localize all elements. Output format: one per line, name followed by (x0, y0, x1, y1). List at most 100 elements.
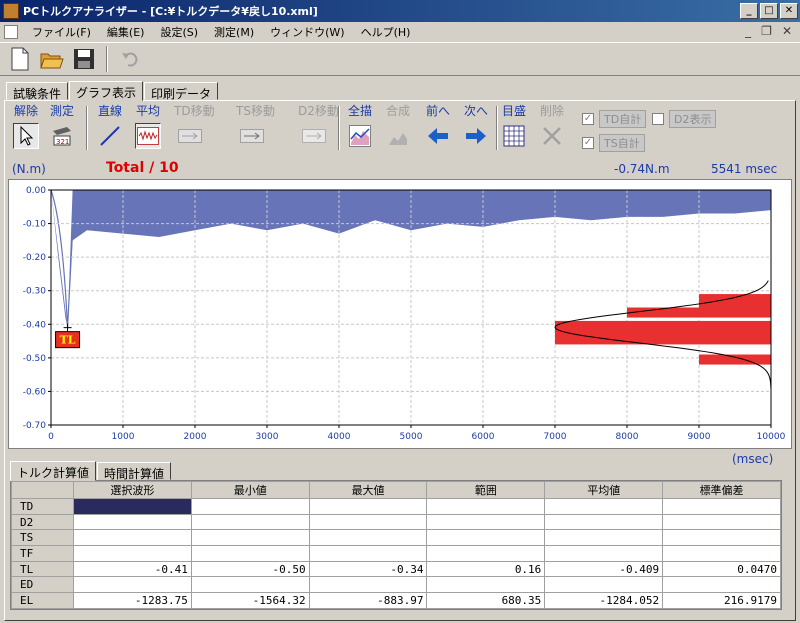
table-cell[interactable] (73, 498, 192, 515)
table-cell[interactable]: -1564.32 (190, 592, 310, 609)
tab-graph-view[interactable]: グラフ表示 (69, 81, 144, 101)
ts-move-icon (240, 129, 264, 143)
table-row[interactable]: TL -0.41 -0.50 -0.34 0.16 -0.409 0.0470 (11, 560, 781, 578)
table-cell[interactable] (544, 545, 664, 562)
y-tick-label: -0.30 (23, 287, 47, 297)
table-cell[interactable] (544, 529, 664, 547)
table-cell[interactable] (662, 529, 781, 547)
column-header[interactable]: 範囲 (426, 481, 546, 499)
table-row[interactable]: ED (11, 576, 781, 594)
table-cell[interactable] (662, 513, 781, 531)
menu-file[interactable]: ファイル(F) (24, 24, 99, 40)
d2-display-checkbox[interactable]: D2表示 (652, 110, 717, 128)
table-cell[interactable] (190, 513, 310, 531)
table-cell[interactable] (190, 576, 310, 594)
td-move-button[interactable]: TD移動 (174, 104, 215, 149)
table-cell[interactable]: -0.34 (308, 560, 428, 578)
d2-move-button[interactable]: D2移動 (298, 104, 339, 149)
table-cell[interactable] (73, 545, 192, 562)
table-row[interactable]: TS (11, 529, 781, 547)
column-header[interactable]: 選択波形 (73, 481, 192, 499)
undo-button[interactable] (116, 45, 144, 73)
tab-time-values[interactable]: 時間計算値 (97, 462, 172, 481)
checkbox-checked-icon: ✓ (582, 113, 594, 125)
open-file-button[interactable] (38, 45, 66, 73)
table-cell[interactable]: -0.409 (544, 560, 664, 578)
table-cell[interactable] (426, 576, 546, 594)
tab-test-conditions[interactable]: 試験条件 (6, 82, 69, 101)
spike-region (51, 190, 73, 328)
mdi-restore-icon[interactable]: ❐ (761, 24, 772, 38)
menu-edit[interactable]: 編集(E) (99, 24, 153, 40)
table-cell[interactable]: -1284.052 (544, 592, 664, 609)
previous-button[interactable]: 前へ (422, 104, 454, 149)
table-cell[interactable] (308, 545, 428, 562)
column-header[interactable]: 最小値 (190, 481, 310, 499)
td-auto-checkbox[interactable]: ✓ TD自計 (582, 110, 647, 128)
tab-torque-values[interactable]: トルク計算値 (10, 461, 97, 481)
table-cell[interactable] (190, 545, 310, 562)
table-cell[interactable] (73, 529, 192, 547)
table-cell[interactable]: -883.97 (308, 592, 428, 609)
new-file-button[interactable] (6, 45, 34, 73)
table-cell[interactable] (308, 498, 428, 515)
table-cell[interactable]: 0.16 (426, 560, 546, 578)
column-header[interactable]: 最大値 (308, 481, 428, 499)
table-cell[interactable] (73, 513, 192, 531)
mdi-minimize-icon[interactable]: _ (745, 24, 751, 38)
table-row[interactable]: D2 (11, 513, 781, 531)
table-row[interactable]: TD (11, 498, 781, 515)
table-cell[interactable] (426, 513, 546, 531)
menu-window[interactable]: ウィンドウ(W) (262, 24, 352, 40)
straight-line-button[interactable]: 直線 (94, 104, 126, 149)
table-cell[interactable] (308, 513, 428, 531)
menu-settings[interactable]: 設定(S) (152, 24, 206, 40)
save-button[interactable] (70, 45, 98, 73)
table-cell[interactable]: -1283.75 (73, 592, 192, 609)
table-cell[interactable]: -0.50 (190, 560, 310, 578)
table-cell[interactable]: -0.41 (73, 560, 192, 578)
average-button[interactable]: 平均 (132, 104, 164, 149)
measure-button[interactable]: 測定 321 (46, 104, 78, 149)
next-button[interactable]: 次へ (460, 104, 492, 149)
table-cell[interactable] (544, 513, 664, 531)
compose-button[interactable]: 合成 (382, 104, 414, 149)
table-cell[interactable] (308, 576, 428, 594)
table-cell[interactable] (190, 529, 310, 547)
minimize-button[interactable]: _ (740, 3, 758, 19)
tab-print-data[interactable]: 印刷データ (144, 82, 219, 101)
maximize-button[interactable]: □ (760, 3, 778, 19)
table-cell[interactable] (426, 529, 546, 547)
title-bar: PCトルクアナライザー - [C:¥トルクデータ¥戻し10.xml] _ □ ✕ (0, 0, 800, 22)
ts-move-button[interactable]: TS移動 (236, 104, 275, 149)
ts-auto-checkbox[interactable]: ✓ TS自計 (582, 134, 645, 152)
table-cell[interactable]: 680.35 (426, 592, 546, 609)
table-cell[interactable] (662, 545, 781, 562)
table-cell[interactable] (544, 498, 664, 515)
table-cell[interactable]: 0.0470 (662, 560, 781, 578)
menu-measure[interactable]: 測定(M) (206, 24, 262, 40)
table-cell[interactable] (544, 576, 664, 594)
table-cell[interactable] (308, 529, 428, 547)
app-icon (3, 3, 19, 19)
table-cell[interactable] (73, 576, 192, 594)
table-cell[interactable]: 216.9179 (662, 592, 781, 609)
draw-all-button[interactable]: 全描 (344, 104, 376, 149)
mdi-close-icon[interactable]: ✕ (782, 24, 792, 38)
column-header[interactable]: 標準偏差 (662, 481, 781, 499)
release-button[interactable]: 解除 (10, 104, 42, 149)
column-header[interactable]: 平均値 (544, 481, 664, 499)
table-cell[interactable] (190, 498, 310, 515)
scale-button[interactable]: 目盛 (498, 104, 530, 149)
torque-chart[interactable]: 0 1000 2000 3000 4000 5000 6000 7000 8000 9000 100… (8, 179, 792, 449)
table-cell[interactable] (426, 498, 546, 515)
x-tick-label: 0 (48, 432, 54, 442)
table-cell[interactable] (426, 545, 546, 562)
close-button[interactable]: ✕ (780, 3, 798, 19)
table-row[interactable]: EL -1283.75 -1564.32 -883.97 680.35 -1284.052… (11, 592, 781, 609)
table-cell[interactable] (662, 498, 781, 515)
table-cell[interactable] (662, 576, 781, 594)
table-row[interactable]: TF (11, 545, 781, 562)
delete-button[interactable]: 削除 (536, 104, 568, 149)
menu-help[interactable]: ヘルプ(H) (353, 24, 419, 40)
